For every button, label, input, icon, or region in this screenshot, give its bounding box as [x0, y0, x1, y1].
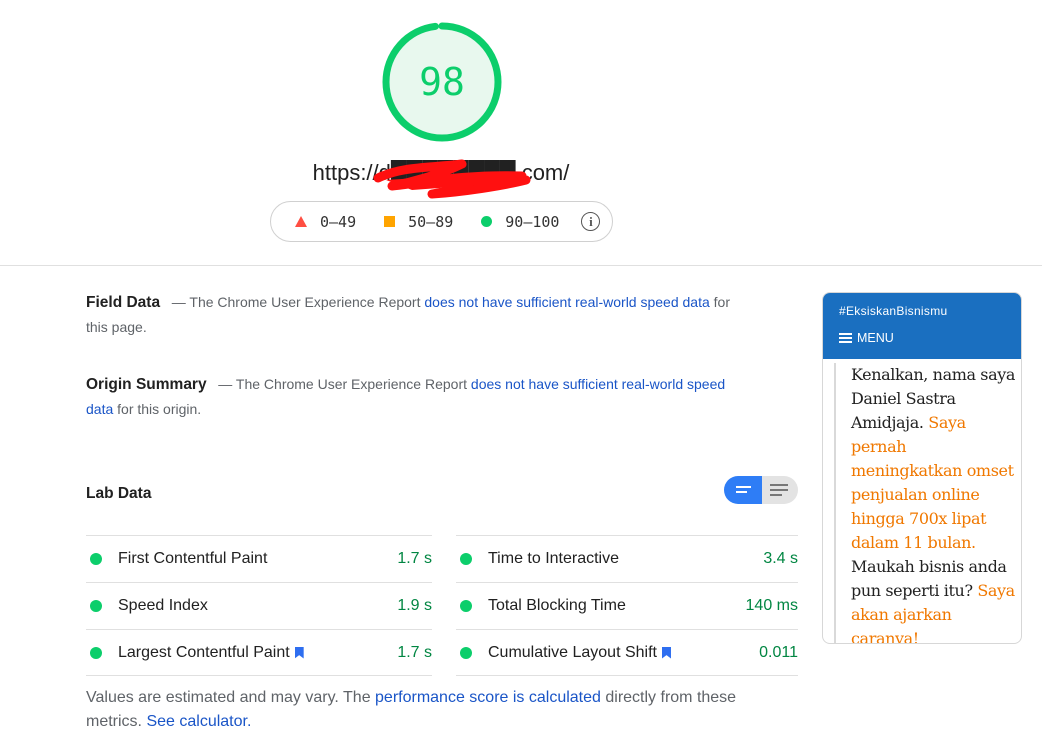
thumbnail-menu: MENU [839, 331, 894, 345]
origin-summary-section: Origin Summary — The Chrome User Experie… [86, 372, 736, 422]
bookmark-flag-icon[interactable] [661, 646, 671, 659]
pass-circle-icon [481, 216, 493, 227]
hamburger-icon [839, 333, 852, 343]
metrics-left-column: First Contentful Paint 1.7 s Speed Index… [86, 535, 432, 676]
average-square-icon [384, 216, 396, 227]
section-divider [0, 265, 1042, 266]
field-data-title: Field Data [86, 294, 161, 311]
final-screenshot-thumbnail: #EksiskanBisnismu MENU Kenalkan, nama sa… [822, 292, 1022, 644]
thumbnail-quote-line [834, 363, 836, 643]
origin-summary-text-after: for this origin. [117, 401, 202, 417]
metric-name: First Contentful Paint [118, 550, 268, 567]
expanded-view-button[interactable] [762, 476, 798, 504]
field-data-section: Field Data — The Chrome User Experience … [86, 290, 736, 340]
legend-average-label: 50–89 [408, 212, 454, 231]
metric-time-to-interactive: Time to Interactive 3.4 s [456, 535, 798, 582]
metric-value: 3.4 s [763, 550, 798, 567]
field-data-link[interactable]: does not have sufficient real-world spee… [424, 294, 709, 310]
compact-view-button[interactable] [724, 476, 762, 504]
pass-circle-icon [460, 600, 472, 612]
legend-fail-label: 0–49 [320, 212, 357, 231]
origin-summary-dash: — [218, 376, 233, 392]
pass-circle-icon [90, 646, 102, 659]
lab-data-footnote: Values are estimated and may vary. The p… [86, 686, 766, 734]
thumbnail-body-text: Kenalkan, nama saya Daniel Sastra Amidja… [851, 363, 1019, 643]
metric-cumulative-layout-shift: Cumulative Layout Shift 0.011 [456, 629, 798, 676]
origin-summary-title: Origin Summary [86, 376, 207, 393]
see-calculator-link[interactable]: See calculator. [146, 713, 251, 730]
legend-average: 50–89 [384, 213, 453, 231]
metric-value: 1.7 s [397, 643, 432, 661]
metric-value: 140 ms [745, 597, 798, 614]
metric-total-blocking-time: Total Blocking Time 140 ms [456, 582, 798, 629]
metric-largest-contentful-paint: Largest Contentful Paint 1.7 s [86, 629, 432, 676]
pass-circle-icon [460, 646, 472, 659]
pass-circle-icon [90, 600, 102, 612]
metrics-right-column: Time to Interactive 3.4 s Total Blocking… [456, 535, 798, 676]
legend-fail: 0–49 [295, 213, 356, 231]
metric-first-contentful-paint: First Contentful Paint 1.7 s [86, 535, 432, 582]
pass-circle-icon [90, 553, 102, 565]
legend-pass-label: 90–100 [505, 212, 560, 231]
bookmark-flag-icon[interactable] [294, 646, 304, 659]
metric-name: Cumulative Layout Shift [488, 643, 657, 661]
legend-pass: 90–100 [481, 213, 559, 231]
info-icon[interactable]: i [581, 212, 601, 231]
performance-score-gauge: 98 [382, 22, 502, 142]
field-data-text-before: The Chrome User Experience Report [189, 294, 421, 310]
lab-data-title: Lab Data [86, 485, 152, 502]
footnote-text-before: Values are estimated and may vary. The [86, 689, 376, 706]
origin-summary-text-before: The Chrome User Experience Report [235, 376, 468, 392]
performance-score: 98 [419, 60, 465, 104]
thumbnail-site-header: #EksiskanBisnismu MENU [823, 293, 1021, 359]
score-legend: 0–49 50–89 90–100 i [270, 201, 613, 242]
metric-name: Time to Interactive [488, 550, 620, 567]
metric-name: Total Blocking Time [488, 597, 626, 614]
metrics-view-toggle [724, 476, 798, 504]
metric-value: 1.7 s [397, 550, 432, 567]
thumbnail-text-highlight-1: Saya pernah meningkatkan omset penjualan… [851, 413, 1014, 552]
metric-name: Largest Contentful Paint [118, 643, 290, 661]
thumbnail-menu-label: MENU [857, 331, 894, 345]
fail-triangle-icon [295, 216, 307, 227]
field-data-dash: — [171, 294, 186, 310]
metric-value: 0.011 [759, 643, 798, 661]
pass-circle-icon [460, 553, 472, 565]
score-calculation-link[interactable]: performance score is calculated [375, 689, 601, 706]
thumbnail-hashtag: #EksiskanBisnismu [839, 304, 948, 318]
metric-name: Speed Index [118, 597, 208, 614]
metric-value: 1.9 s [397, 597, 432, 614]
metric-speed-index: Speed Index 1.9 s [86, 582, 432, 629]
redaction-scribble [373, 159, 531, 199]
